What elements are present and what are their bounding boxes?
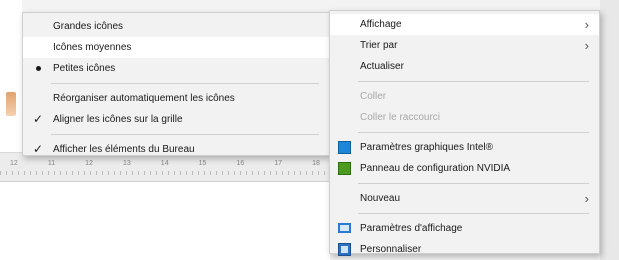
menu-item-align-to-grid[interactable]: ✓ Aligner les icônes sur la grille: [23, 109, 329, 130]
menu-item-label: Paramètres d'affichage: [360, 223, 463, 234]
radio-bullet-icon: [36, 66, 41, 71]
ruler-tick: 12: [10, 160, 18, 167]
ruler-tick: 18: [312, 160, 320, 167]
menu-item-sort-by[interactable]: Trier par ›: [330, 35, 599, 56]
menu-separator: [358, 183, 589, 184]
menu-item-label: Grandes icônes: [53, 21, 124, 32]
menu-item-small-icons[interactable]: Petites icônes: [23, 58, 329, 79]
menu-item-label: Paramètres graphiques Intel®: [360, 142, 493, 153]
menu-item-nvidia-panel[interactable]: Panneau de configuration NVIDIA: [330, 158, 599, 179]
menu-item-view[interactable]: Affichage ›: [330, 14, 599, 35]
menu-item-refresh[interactable]: Actualiser: [330, 56, 599, 77]
menu-item-label: Actualiser: [360, 61, 404, 72]
menu-separator: [51, 83, 319, 84]
document-page: [0, 182, 330, 260]
menu-item-label: Coller le raccourci: [360, 112, 441, 123]
menu-item-show-desktop-items[interactable]: ✓ Afficher les éléments du Bureau: [23, 139, 329, 160]
window-edge: [600, 0, 619, 260]
menu-separator: [358, 132, 589, 133]
menu-item-label: Réorganiser automatiquement les icônes: [53, 93, 235, 104]
nvidia-icon: [338, 162, 351, 175]
ruler-tick: 17: [274, 160, 283, 167]
menu-item-label: Affichage: [360, 19, 402, 30]
ruler-tick: 12: [85, 160, 93, 167]
personalize-icon: [338, 243, 351, 256]
menu-item-label: Trier par: [360, 40, 398, 51]
menu-item-paste[interactable]: Coller: [330, 86, 599, 107]
chevron-right-icon: ›: [584, 191, 589, 206]
ruler-ticks: 12 11 12 13 14 15 16 17 18: [0, 160, 330, 170]
ruler-tick: 15: [198, 160, 207, 167]
menu-item-label: Personnaliser: [360, 244, 422, 255]
menu-item-personalize[interactable]: Personnaliser: [330, 239, 599, 260]
ruler-tick: 11: [47, 160, 56, 167]
display-settings-icon: [338, 223, 351, 233]
menu-item-label: Afficher les éléments du Bureau: [53, 144, 195, 155]
menu-separator: [358, 81, 589, 82]
intel-graphics-icon: [338, 141, 351, 154]
menu-item-intel-graphics[interactable]: Paramètres graphiques Intel®: [330, 137, 599, 158]
chevron-right-icon: ›: [584, 38, 589, 53]
view-submenu: Grandes icônes Icônes moyennes Petites i…: [22, 12, 330, 156]
ruler-tick: 14: [160, 160, 169, 167]
ruler-tick: 13: [122, 160, 131, 167]
menu-item-label: Nouveau: [360, 193, 401, 204]
menu-item-label: Icônes moyennes: [53, 42, 132, 53]
menu-item-large-icons[interactable]: Grandes icônes: [23, 16, 329, 37]
menu-separator: [51, 134, 319, 135]
checkmark-icon: ✓: [33, 112, 44, 126]
menu-item-display-settings[interactable]: Paramètres d'affichage: [330, 218, 599, 239]
desktop-icon-fragment: [6, 92, 16, 116]
menu-item-label: Petites icônes: [53, 63, 116, 74]
ruler-tick-marks: [0, 171, 330, 175]
menu-item-medium-icons[interactable]: Icônes moyennes: [23, 37, 329, 58]
checkmark-icon: ✓: [33, 142, 44, 156]
menu-item-label: Aligner les icônes sur la grille: [53, 114, 183, 125]
ruler-tick: 16: [236, 160, 245, 167]
menu-item-label: Panneau de configuration NVIDIA: [360, 163, 511, 174]
menu-item-label: Coller: [360, 91, 387, 102]
desktop-context-menu: Affichage › Trier par › Actualiser Colle…: [329, 10, 600, 256]
menu-item-auto-arrange[interactable]: Réorganiser automatiquement les icônes: [23, 88, 329, 109]
menu-item-new[interactable]: Nouveau ›: [330, 188, 599, 209]
menu-item-paste-shortcut[interactable]: Coller le raccourci: [330, 107, 599, 128]
chevron-right-icon: ›: [584, 17, 589, 32]
menu-separator: [358, 213, 589, 214]
